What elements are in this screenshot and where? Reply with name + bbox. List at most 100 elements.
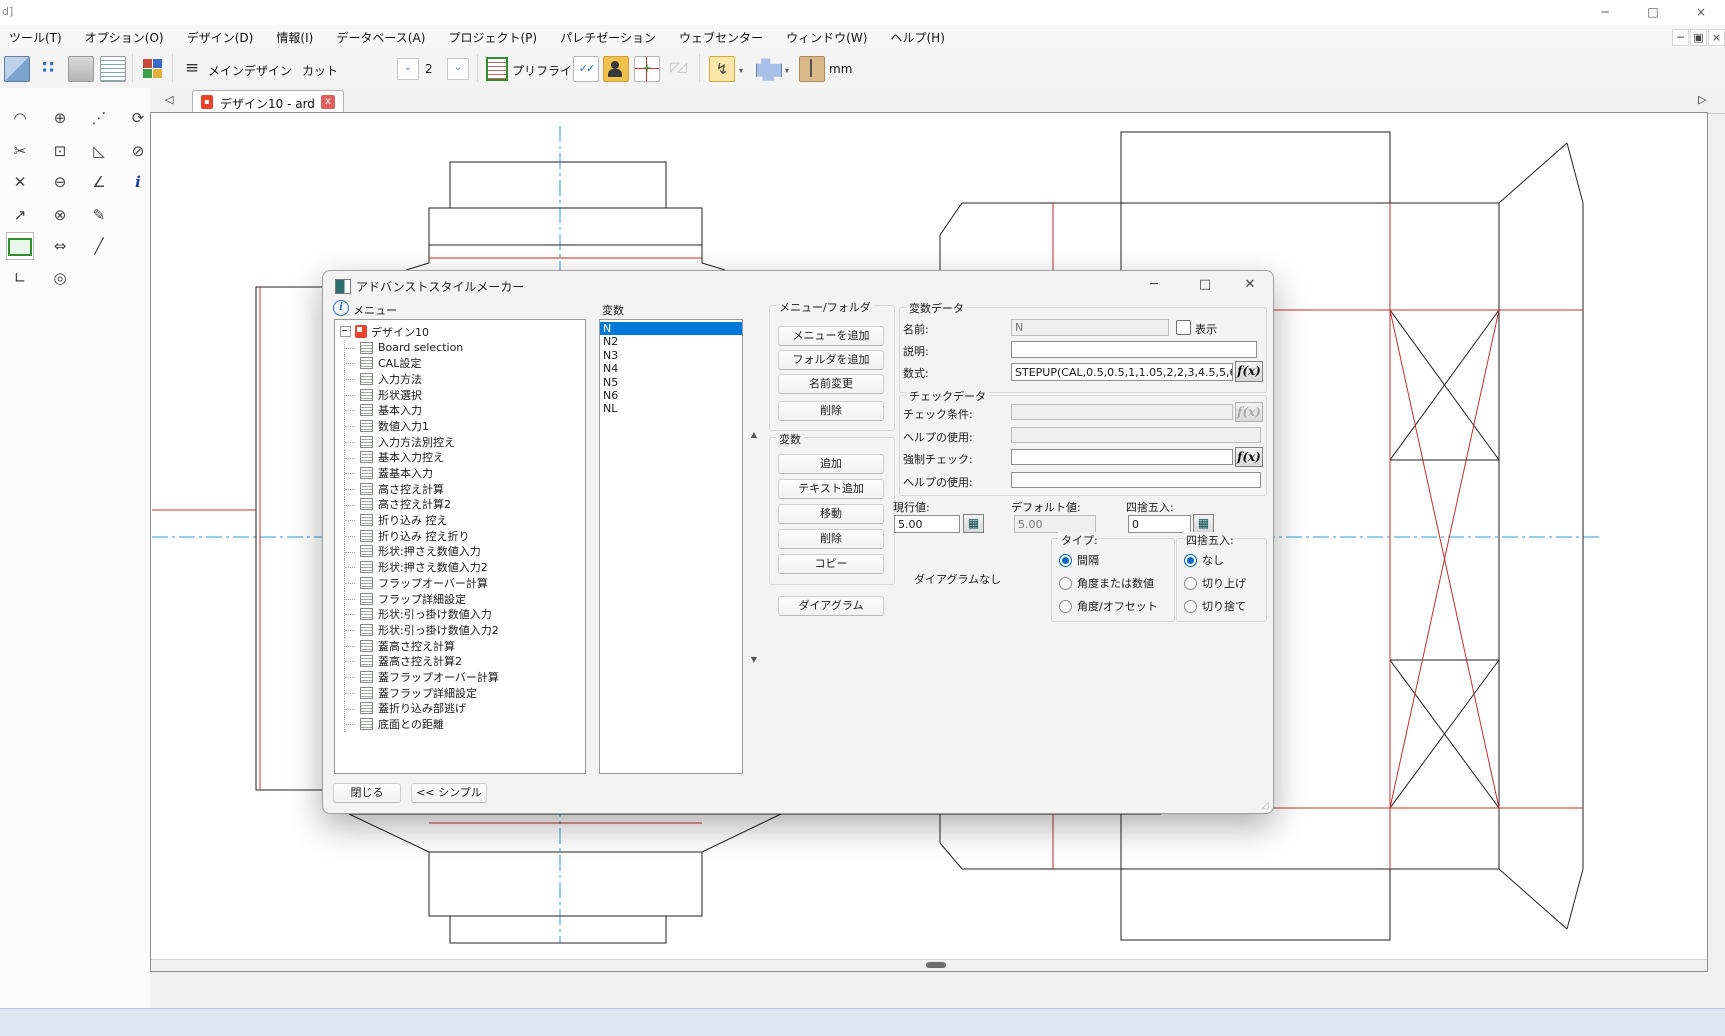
delete-tool-icon[interactable]: ✕ (6, 168, 34, 196)
show-checkbox[interactable] (1176, 320, 1191, 335)
tree-item[interactable]: 蓋高さ控え計算 (335, 638, 585, 654)
move-button[interactable]: 移動 (778, 504, 884, 524)
corner-tool-icon[interactable]: ∟ (6, 264, 34, 292)
tree-item[interactable]: 数値入力1 (335, 418, 585, 434)
menu-database[interactable]: データベース(A) (327, 25, 434, 46)
grid-plus-icon[interactable]: + (634, 56, 660, 82)
radio-interval[interactable]: 間隔 (1059, 552, 1099, 568)
variable-item[interactable]: N3 (600, 349, 742, 362)
tab-close-icon[interactable]: x (321, 95, 335, 109)
tree-item[interactable]: 蓋フラップオーバー計算 (335, 669, 585, 685)
preflight-clipboard-icon[interactable] (486, 57, 508, 81)
add-folder-button[interactable]: フォルダを追加 (778, 350, 884, 370)
menu-tools[interactable]: ツール(T) (0, 25, 71, 46)
force-check-field[interactable] (1011, 449, 1233, 465)
menu-design[interactable]: デザイン(D) (178, 25, 263, 46)
checklist-icon[interactable]: ✓✓ (573, 56, 599, 82)
rounding-value-field[interactable]: 0 (1128, 515, 1191, 533)
child-restore-button[interactable]: ▣ (1690, 29, 1707, 46)
menu-info[interactable]: 情報(I) (267, 25, 322, 46)
stamp-icon[interactable] (68, 56, 94, 82)
window-close-button[interactable]: × (1682, 3, 1720, 22)
menu-palletization[interactable]: パレチゼーション (551, 25, 665, 46)
tree-item[interactable]: 蓋基本入力 (335, 465, 585, 481)
tree-item[interactable]: 底面との距離 (335, 716, 585, 732)
move-up-icon[interactable]: ▲ (747, 429, 761, 441)
variable-item-selected[interactable]: N (600, 322, 742, 335)
rectangle-tool-icon[interactable] (6, 232, 34, 260)
help-use2-field[interactable] (1011, 472, 1261, 488)
main-design-label[interactable]: メインデザイン (208, 62, 292, 79)
move-down-icon[interactable]: ▼ (747, 654, 761, 666)
tree-item[interactable]: 蓋折り込み部逃げ (335, 701, 585, 717)
cut-label[interactable]: カット (302, 62, 338, 79)
tree-item[interactable]: 基本入力控え (335, 450, 585, 466)
cube-3d-icon[interactable] (4, 56, 30, 82)
variable-item[interactable]: NL (600, 402, 742, 415)
zoom-in-tool-icon[interactable]: ⊕ (46, 104, 74, 132)
radio-angle-offset[interactable]: 角度/オフセット (1059, 598, 1158, 614)
line-tool-icon[interactable]: ↗ (6, 201, 34, 229)
chevron-down-icon[interactable]: ⌄ (447, 58, 469, 80)
variable-item[interactable]: N6 (600, 389, 742, 402)
delete-menu-button[interactable]: 削除 (778, 401, 884, 421)
tree-item[interactable]: 入力方法 (335, 371, 585, 387)
chevron-down-icon[interactable]: ⌄ (397, 58, 419, 80)
tree-item[interactable]: 折り込み 控え (335, 512, 585, 528)
diagram-button[interactable]: ダイアグラム (778, 596, 884, 616)
formula-field[interactable]: STEPUP(CAL,0.5,0.5,1,1.05,2,2,3,4.5,5,6.… (1011, 363, 1233, 381)
thickness-icon[interactable] (799, 56, 825, 82)
tree-item[interactable]: 形状選択 (335, 387, 585, 403)
add-text-button[interactable]: テキスト追加 (778, 479, 884, 499)
child-minimize-button[interactable]: ─ (1672, 29, 1689, 46)
rotate-tool-icon[interactable]: ⟳ (124, 104, 152, 132)
tab-scroll-right-icon[interactable]: ▷ (1698, 93, 1706, 106)
zoom-window-tool-icon[interactable]: ⊡ (46, 137, 74, 165)
variable-item[interactable]: N4 (600, 362, 742, 375)
tree-item[interactable]: 形状:引っ掛け数値入力2 (335, 622, 585, 638)
menu-webcenter[interactable]: ウェブセンター (670, 25, 772, 46)
angle-tool-icon[interactable]: ◺ (85, 137, 113, 165)
tab-design10[interactable]: ▪ デザイン10 - ard x (192, 90, 344, 114)
scrollbar-handle[interactable] (926, 962, 946, 968)
menu-options[interactable]: オプション(O) (76, 25, 173, 46)
arc-tool-icon[interactable]: ∠ (85, 168, 113, 196)
tree-item[interactable]: 形状:押さえ数値入力2 (335, 559, 585, 575)
zoom-previous-tool-icon[interactable]: ⊗ (46, 201, 74, 229)
tree-item[interactable]: 蓋高さ控え計算2 (335, 653, 585, 669)
style-menu-tree[interactable]: デザイン10 Board selection CAL設定 入力方法 形状選択 基… (334, 319, 586, 774)
zoom-out-tool-icon[interactable]: ⊖ (46, 168, 74, 196)
tree-item[interactable]: 基本入力 (335, 402, 585, 418)
dialog-close-button[interactable]: ✕ (1232, 273, 1268, 297)
measure-tool-icon[interactable]: ╱ (85, 232, 113, 260)
knife-tool-icon[interactable]: ✂ (6, 137, 34, 165)
radio-none[interactable]: なし (1184, 552, 1224, 568)
canvas-horizontal-scrollbar[interactable] (151, 959, 1707, 971)
variables-list[interactable]: N N2 N3 N4 N5 N6 NL (599, 319, 743, 774)
circle-cut-tool-icon[interactable]: ⊘ (124, 137, 152, 165)
rename-button[interactable]: 名前変更 (778, 374, 884, 394)
tree-item[interactable]: 形状:押さえ数値入力 (335, 544, 585, 560)
tree-root-row[interactable]: デザイン10 (335, 324, 585, 340)
calculator-icon[interactable]: ▦ (963, 514, 984, 533)
target-tool-icon[interactable]: ◎ (46, 264, 74, 292)
menu-project[interactable]: プロジェクト(P) (439, 25, 546, 46)
layout-dots-icon[interactable]: ∷ (36, 56, 60, 80)
resize-arrows-icon[interactable]: ◸◿ (665, 56, 689, 80)
tree-item[interactable]: 折り込み 控え折り (335, 528, 585, 544)
dialog-maximize-button[interactable]: □ (1187, 273, 1223, 297)
variable-item[interactable]: N2 (600, 335, 742, 348)
tree-item[interactable]: フラップ詳細設定 (335, 591, 585, 607)
child-close-button[interactable]: × (1708, 29, 1725, 46)
spec-sheet-icon[interactable] (100, 56, 126, 82)
tree-item[interactable]: 高さ控え計算 (335, 481, 585, 497)
description-field[interactable] (1011, 341, 1257, 358)
info-tool-icon[interactable]: i (124, 168, 152, 196)
window-maximize-button[interactable]: □ (1634, 3, 1672, 22)
window-minimize-button[interactable]: ─ (1586, 3, 1624, 22)
tree-item[interactable]: 蓋フラップ詳細設定 (335, 685, 585, 701)
node-edit-tool-icon[interactable]: ⋰ (85, 104, 113, 132)
force-fx-button[interactable]: f(x) (1235, 447, 1263, 467)
tree-item[interactable]: 入力方法別控え (335, 434, 585, 450)
user-check-icon[interactable] (603, 56, 629, 82)
